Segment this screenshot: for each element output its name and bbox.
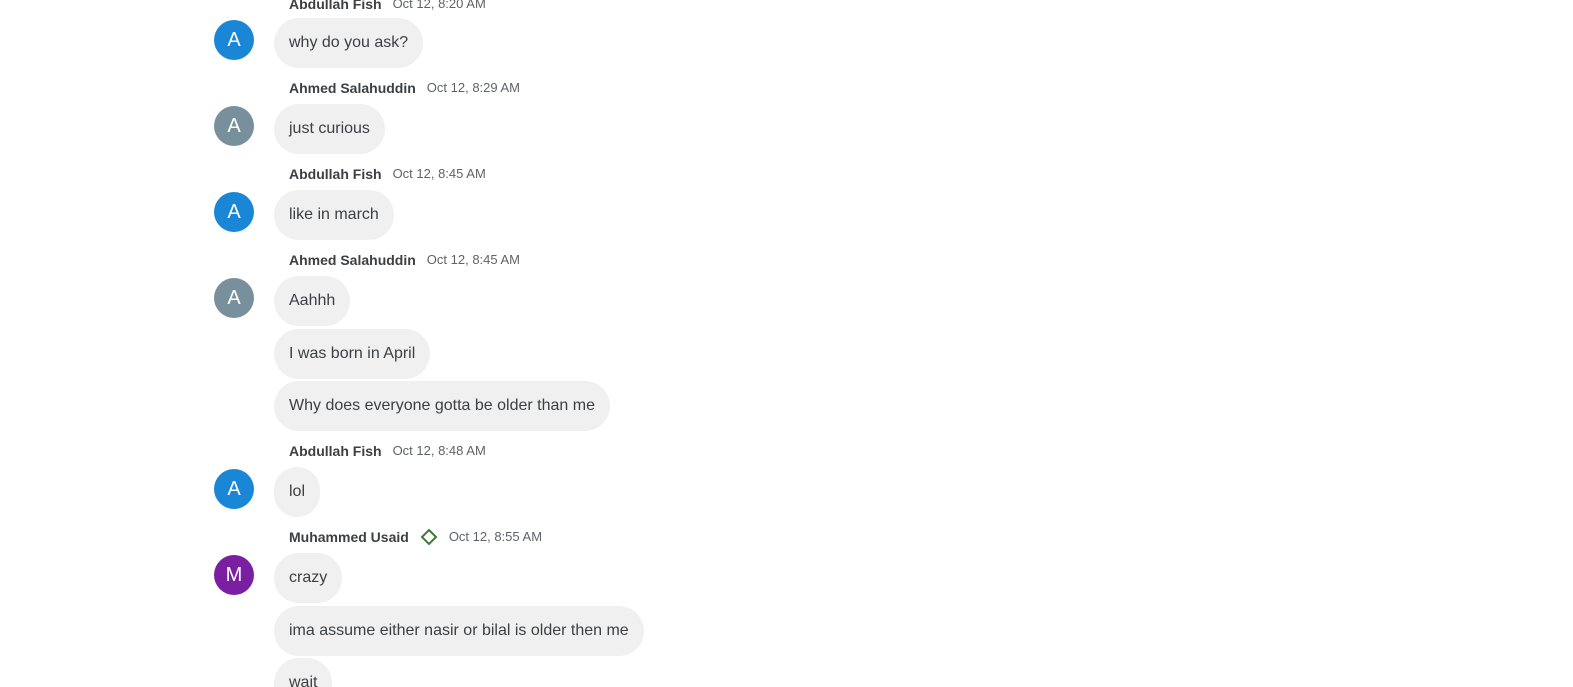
avatar[interactable]: A [214,469,254,509]
message-bubble[interactable]: why do you ask? [274,18,424,68]
message-bubble[interactable]: Aahhh [274,276,351,326]
sender-name: Ahmed Salahuddin [289,252,416,268]
message-header: Muhammed Usaid Oct 12, 8:55 AM [289,528,542,546]
message-timestamp: Oct 12, 8:29 AM [426,80,521,95]
message-header: Abdullah Fish Oct 12, 8:48 AM [289,442,486,460]
sender-name: Abdullah Fish [289,443,382,459]
message-header: Ahmed Salahuddin Oct 12, 8:45 AM [289,251,520,269]
diamond-outline-icon [420,528,438,546]
avatar[interactable]: A [214,20,254,60]
sender-name: Ahmed Salahuddin [289,80,416,96]
message-timestamp: Oct 12, 8:45 AM [426,252,521,267]
message-bubble[interactable]: crazy [274,553,343,603]
sender-name: Abdullah Fish [289,166,382,182]
message-timestamp: Oct 12, 8:45 AM [392,166,486,181]
message-bubble[interactable]: I was born in April [274,329,431,379]
sender-name: Abdullah Fish [289,0,382,12]
avatar[interactable]: A [214,192,254,232]
message-header: Abdullah Fish Oct 12, 8:45 AM [289,165,486,183]
message-header: Abdullah Fish Oct 12, 8:20 AM [289,0,486,13]
chat-message-list: Abdullah Fish Oct 12, 8:20 AM A why do y… [0,0,1573,687]
message-bubble[interactable]: wait [274,658,333,687]
message-timestamp: Oct 12, 8:20 AM [392,0,486,11]
message-bubble[interactable]: like in march [274,190,394,240]
message-bubble[interactable]: ima assume either nasir or bilal is olde… [274,606,644,656]
sender-name: Muhammed Usaid [289,529,409,545]
message-bubble[interactable]: just curious [274,104,385,154]
message-bubble[interactable]: Why does everyone gotta be older than me [274,381,610,431]
message-bubble[interactable]: lol [274,467,321,517]
avatar[interactable]: A [214,278,254,318]
avatar[interactable]: M [214,555,254,595]
avatar[interactable]: A [214,106,254,146]
message-timestamp: Oct 12, 8:48 AM [392,443,486,458]
message-timestamp: Oct 12, 8:55 AM [448,529,543,544]
message-header: Ahmed Salahuddin Oct 12, 8:29 AM [289,79,520,97]
